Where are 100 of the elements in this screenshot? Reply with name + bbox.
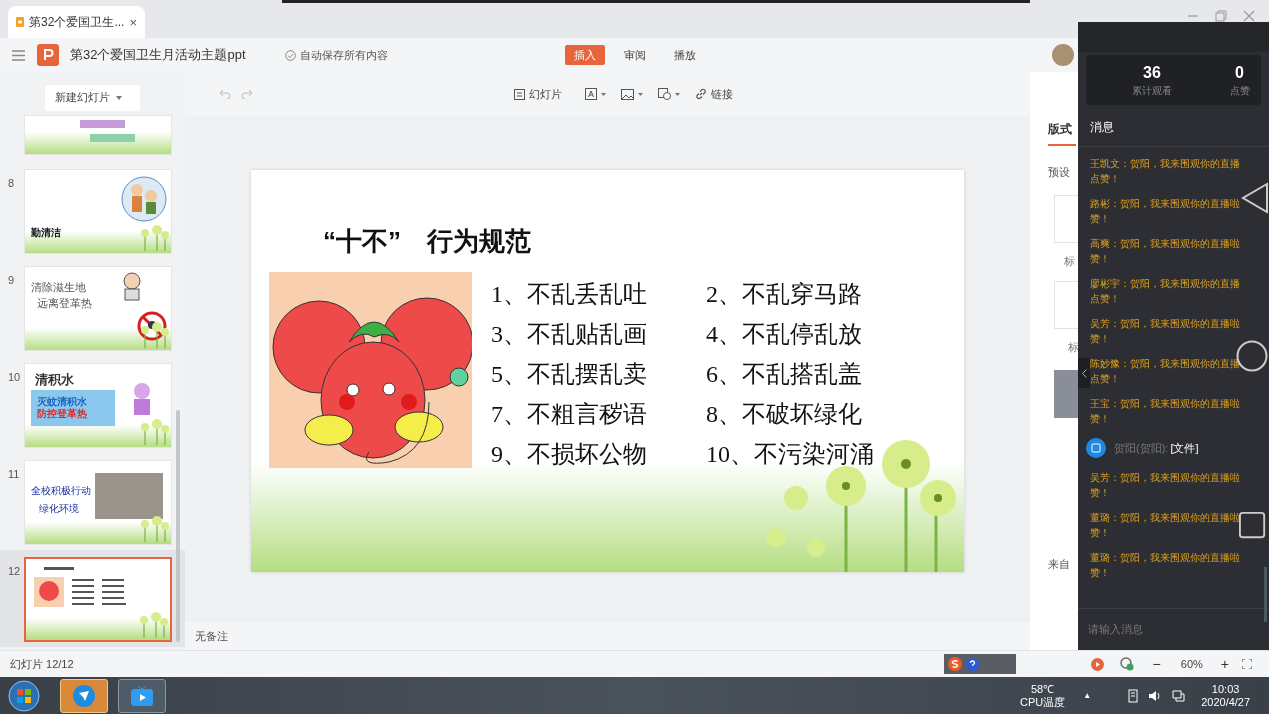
banner-text: 防控登革热	[37, 408, 88, 420]
rule-item: 8、不破坏绿化	[706, 400, 863, 428]
slide-icon	[514, 88, 525, 100]
record-icon[interactable]	[1090, 657, 1104, 671]
shapes-icon	[658, 88, 671, 100]
stat-value: 36	[1143, 62, 1161, 83]
chat-message: 吴芳：贺阳，我来围观你的直播啦 赞！	[1090, 317, 1240, 346]
link-button[interactable]: 链接	[695, 85, 733, 103]
chat-message: 路彬：贺阳，我来围观你的直播啦 赞！	[1090, 197, 1240, 226]
layout-thumbnail[interactable]	[1054, 194, 1078, 243]
link-icon	[695, 88, 707, 100]
messages-heading: 消息	[1090, 118, 1114, 136]
speaker-icon[interactable]	[1149, 689, 1163, 702]
chat-message: 董璐：贺阳，我来围观你的直播啦 赞！	[1090, 551, 1240, 580]
section-heading: 预设	[1048, 165, 1070, 180]
chat-message: 陈妙豫：贺阳，我来围观你的直播 点赞！	[1090, 357, 1240, 386]
thumbnail-text: 清除滋生地	[31, 280, 86, 295]
banner-text: 灭蚊清积水	[37, 396, 88, 408]
taskbar-app-button[interactable]	[60, 678, 108, 713]
restore-icon[interactable]	[1215, 10, 1227, 22]
share-icon[interactable]	[1119, 657, 1134, 671]
chat-message: 王宝：贺阳，我来围观你的直播啦 赞！	[1090, 397, 1240, 426]
thumbnail-title: 清积水	[35, 371, 74, 389]
slide-thumbnail[interactable]: 清除滋生地 远离登革热	[24, 266, 172, 351]
rule-item: 4、不乱停乱放	[706, 320, 863, 348]
text-box-icon	[585, 88, 597, 100]
stat-label: 累计观看	[1132, 83, 1172, 98]
image-button[interactable]	[621, 88, 643, 100]
close-tab-button[interactable]: ×	[129, 15, 137, 29]
new-slide-button[interactable]: 新建幻灯片	[45, 84, 140, 111]
rule-item: 5、不乱摆乱卖	[491, 360, 648, 388]
show-hidden-icons-button[interactable]: ▲	[1083, 689, 1092, 702]
clock-time[interactable]: 10:03	[1211, 682, 1240, 696]
start-button-icon[interactable]	[8, 679, 40, 712]
menu-icon[interactable]	[12, 49, 25, 61]
slide-thumbnail[interactable]: 清积水 灭蚊清积水 防控登革热	[24, 363, 172, 448]
tab-title: 第32个爱国卫生...	[29, 14, 125, 31]
rule-item: 7、不粗言秽语	[491, 400, 648, 428]
collapse-panel-button[interactable]	[1078, 358, 1090, 388]
presentation-logo-icon	[37, 44, 59, 66]
close-icon[interactable]	[1243, 10, 1255, 22]
photo-placeholder	[95, 473, 163, 519]
taskbar-app-button[interactable]	[118, 678, 166, 713]
thumbnail-text: 远离登革热	[37, 296, 92, 311]
user-avatar[interactable]	[1052, 44, 1074, 66]
caret-icon	[601, 92, 606, 96]
notes-placeholder[interactable]: 无备注	[195, 627, 228, 645]
cpu-temperature: 58℃	[1031, 682, 1055, 696]
slide-thumbnail[interactable]: 勤清洁	[24, 169, 172, 254]
slide-title: “十不” 行为规范	[323, 225, 531, 258]
chat-message: 吴芳：贺阳，我来围观你的直播啦 赞！	[1090, 471, 1240, 500]
rule-item: 9、不损坏公物	[491, 440, 648, 468]
message-sender: 贺阳(贺阳):	[1114, 440, 1169, 456]
chat-message: 高爽：贺阳，我来围观你的直播啦 赞！	[1090, 237, 1240, 266]
file-icon	[1086, 438, 1106, 458]
floating-recents-menu[interactable]	[1239, 512, 1267, 540]
stat-value: 0	[1235, 62, 1244, 83]
scrollbar[interactable]	[1264, 567, 1267, 622]
slide-number: 10	[8, 370, 22, 385]
rule-item: 6、不乱搭乱盖	[706, 360, 863, 388]
thumbnail-text: 勤清洁	[31, 226, 61, 240]
slide-layout-button[interactable]: 幻灯片	[514, 85, 562, 103]
browser-tab[interactable]: 第32个爱国卫生... ×	[8, 6, 145, 38]
layout-thumbnail[interactable]	[1054, 281, 1078, 329]
stat-label: 点赞	[1229, 83, 1250, 98]
ribbon-tab[interactable]: 审阅	[615, 45, 655, 65]
slide-number: 9	[8, 273, 16, 288]
document-icon	[16, 15, 25, 29]
layout-thumbnail[interactable]	[1054, 369, 1078, 418]
shape-button[interactable]	[658, 88, 680, 100]
network-icon[interactable]	[1127, 688, 1140, 703]
caret-icon	[675, 92, 680, 96]
monitor-icon[interactable]	[1172, 689, 1186, 702]
slide-number: 12	[8, 564, 22, 579]
file-attachment[interactable]: [文件]	[1170, 439, 1199, 457]
thumbnail-text: 全校积极行动	[31, 484, 91, 498]
layout-caption: 标	[1068, 340, 1079, 355]
thumbnail-text: 绿化环境	[39, 502, 79, 516]
help-icon	[965, 657, 979, 671]
cartoon-children-drawing	[121, 176, 167, 222]
text-box-button[interactable]	[585, 88, 606, 100]
fit-window-icon[interactable]	[1242, 659, 1252, 669]
zoom-in-button[interactable]: +	[1220, 653, 1229, 675]
ribbon-tab[interactable]: 播放	[665, 45, 705, 65]
zoom-level[interactable]: 60%	[1180, 655, 1203, 673]
clock-date[interactable]: 2020/4/27	[1201, 695, 1251, 709]
message-input-field[interactable]: 请输入消息	[1088, 621, 1258, 638]
slide-thumbnail[interactable]	[24, 557, 172, 642]
rule-item: 2、不乱穿马路	[706, 280, 863, 308]
floating-back-menu[interactable]	[1241, 182, 1269, 214]
ime-toolbar[interactable]	[943, 654, 1016, 674]
tv-icon	[131, 685, 153, 706]
slide-number: 8	[8, 176, 16, 191]
slide-thumbnail[interactable]: 全校积极行动 绿化环境	[24, 460, 172, 545]
bird-icon	[73, 684, 95, 707]
scrollbar[interactable]	[176, 410, 180, 642]
zoom-out-button[interactable]: −	[1152, 653, 1161, 675]
image-icon	[621, 88, 634, 100]
rule-item: 3、不乱贴乱画	[491, 320, 648, 348]
pane-tab[interactable]: 版式	[1048, 120, 1076, 146]
